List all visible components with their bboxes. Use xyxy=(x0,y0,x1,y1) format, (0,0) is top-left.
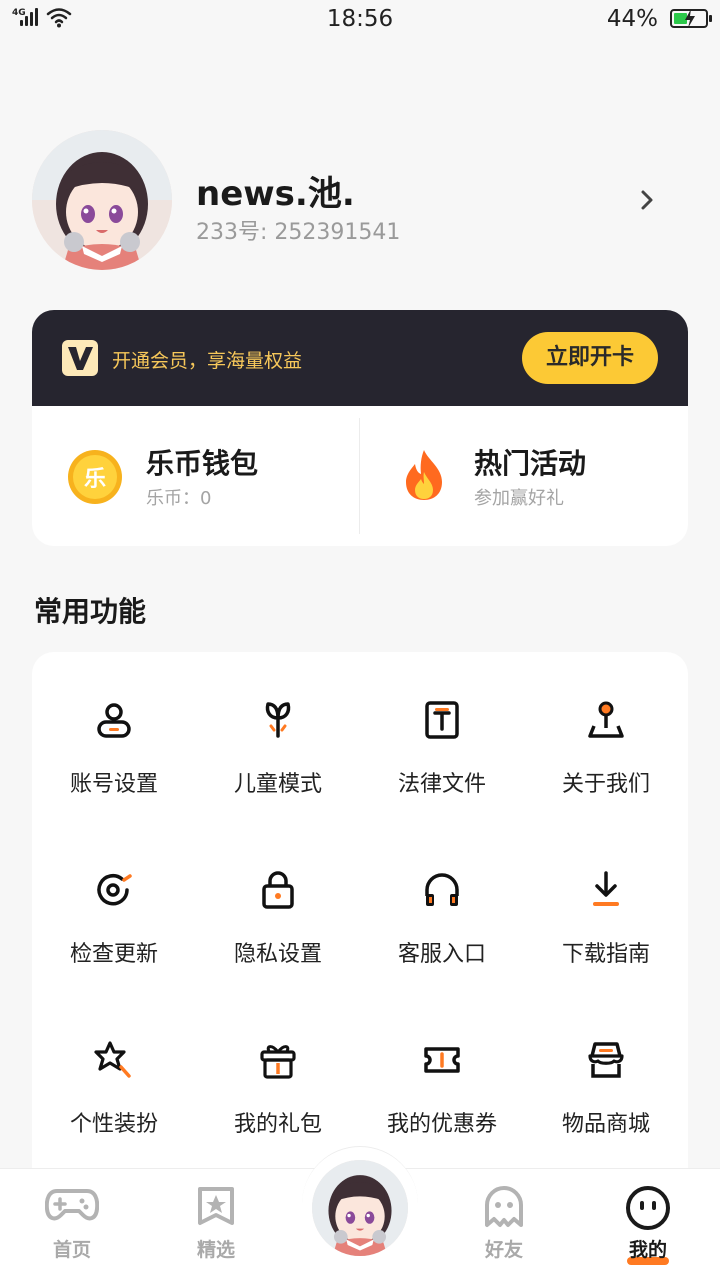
ghost-icon xyxy=(485,1186,523,1227)
sprout-icon xyxy=(265,702,291,738)
tab-label: 精选 xyxy=(196,1239,235,1261)
vip-banner[interactable]: 开通会员，享海量权益 立即开卡 xyxy=(32,310,688,406)
vip-logo-icon xyxy=(62,340,98,376)
vip-promo-text: 开通会员，享海量权益 xyxy=(112,350,303,372)
download-guide-item[interactable]: 下载指南 xyxy=(524,822,688,967)
tab-featured[interactable]: 精选 xyxy=(144,1169,288,1280)
func-label: 我的礼包 xyxy=(233,1112,322,1137)
fire-icon xyxy=(406,450,442,500)
coin-icon: 乐 xyxy=(68,450,122,504)
wallet-balance: 乐币：0 xyxy=(146,488,212,509)
username: news.池. xyxy=(196,174,355,214)
open-vip-button[interactable]: 立即开卡 xyxy=(522,332,658,384)
my-coupons-item[interactable]: 我的优惠券 xyxy=(360,992,524,1137)
gift-icon xyxy=(260,1045,296,1079)
tab-friends[interactable]: 好友 xyxy=(432,1169,576,1280)
gamepad-icon xyxy=(45,1189,99,1221)
chevron-right-icon[interactable] xyxy=(636,188,658,212)
headset-icon xyxy=(425,873,459,906)
ticket-icon xyxy=(424,1047,460,1073)
store-icon xyxy=(588,1042,624,1078)
func-label: 法律文件 xyxy=(397,772,486,797)
func-label: 个性装扮 xyxy=(69,1112,158,1137)
hot-activity-entry[interactable]: 热门活动 参加赢好礼 xyxy=(360,406,688,546)
refresh-icon xyxy=(97,873,132,906)
personalize-item[interactable]: 个性装扮 xyxy=(32,992,196,1137)
customer-service-item[interactable]: 客服入口 xyxy=(360,822,524,967)
face-icon xyxy=(626,1186,670,1230)
about-us-item[interactable]: 关于我们 xyxy=(524,652,688,797)
svg-text:乐: 乐 xyxy=(84,467,106,492)
my-gifts-item[interactable]: 我的礼包 xyxy=(196,992,360,1137)
section-title: 常用功能 xyxy=(34,595,147,628)
pin-icon xyxy=(588,701,624,738)
document-icon xyxy=(425,701,459,739)
check-update-item[interactable]: 检查更新 xyxy=(32,822,196,967)
func-label: 隐私设置 xyxy=(233,942,322,967)
avatar[interactable] xyxy=(32,130,172,270)
magic-icon xyxy=(94,1041,131,1078)
func-label: 下载指南 xyxy=(561,942,650,967)
tab-label: 好友 xyxy=(484,1239,523,1261)
wallet-title: 乐币钱包 xyxy=(146,447,259,480)
func-label: 账号设置 xyxy=(69,772,158,797)
tab-label: 首页 xyxy=(52,1239,91,1261)
status-bar: 4G 18:56 44% xyxy=(0,0,720,40)
activity-title: 热门活动 xyxy=(474,447,587,480)
wallet-entry[interactable]: 乐 乐币钱包 乐币：0 xyxy=(32,406,359,546)
func-label: 客服入口 xyxy=(397,942,486,967)
item-store-item[interactable]: 物品商城 xyxy=(524,992,688,1137)
func-label: 我的优惠券 xyxy=(386,1112,497,1137)
privacy-settings-item[interactable]: 隐私设置 xyxy=(196,822,360,967)
user-icon xyxy=(97,703,131,738)
account-settings-item[interactable]: 账号设置 xyxy=(32,652,196,797)
tab-me[interactable]: 我的 xyxy=(576,1169,720,1280)
center-avatar-button[interactable] xyxy=(312,1160,408,1256)
func-label: 儿童模式 xyxy=(233,772,322,797)
vip-card: 开通会员，享海量权益 立即开卡 乐 乐币钱包 乐币：0 热门活动 参加赢好礼 xyxy=(32,310,688,546)
kids-mode-item[interactable]: 儿童模式 xyxy=(196,652,360,797)
func-label: 关于我们 xyxy=(561,772,650,797)
battery-icon xyxy=(670,9,712,28)
tab-home[interactable]: 首页 xyxy=(0,1169,144,1280)
download-icon xyxy=(593,871,619,906)
activity-subtitle: 参加赢好礼 xyxy=(474,488,564,509)
user-id: 233号: 252391541 xyxy=(196,220,401,245)
functions-grid: 账号设置 儿童模式 法律文件 关于我们 检查更新 隐私设置 客服入口 下载指南 … xyxy=(32,652,688,1212)
profile-header[interactable]: news.池. 233号: 252391541 xyxy=(32,130,688,270)
legal-docs-item[interactable]: 法律文件 xyxy=(360,652,524,797)
func-label: 检查更新 xyxy=(69,942,158,967)
star-icon xyxy=(198,1187,234,1225)
tab-label: 我的 xyxy=(628,1239,667,1261)
func-label: 物品商城 xyxy=(561,1112,650,1137)
battery-percent: 44% xyxy=(606,6,658,32)
lock-icon xyxy=(262,871,294,909)
